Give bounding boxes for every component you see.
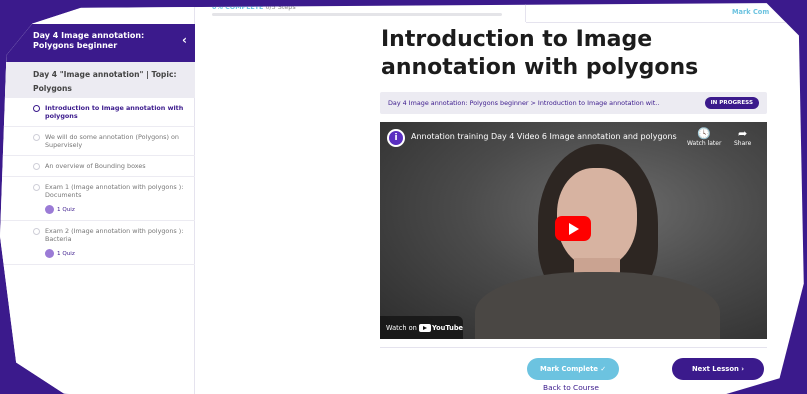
quiz-label: 1 Quiz [57, 251, 75, 257]
youtube-wordmark: YouTube [431, 324, 464, 332]
sidebar-item-label: Exam 2 (Image annotation with polygons )… [45, 227, 184, 243]
app-frame: Day 4 Image annotation: Polygons beginne… [0, 3, 804, 394]
sidebar-item-exam-2[interactable]: Exam 2 (Image annotation with polygons )… [0, 221, 195, 265]
header-divider [526, 22, 804, 23]
quiz-label: 1 Quiz [57, 207, 75, 213]
step-status-icon [33, 163, 40, 170]
header-mark-complete-link[interactable]: Mark Com [732, 8, 769, 16]
sidebar-item-intro[interactable]: Introduction to Image annotation with po… [0, 98, 195, 127]
video-player[interactable]: i Annotation training Day 4 Video 6 Imag… [380, 122, 767, 339]
sidebar-item-bounding-boxes[interactable]: An overview of Bounding boxes [0, 156, 195, 177]
sidebar-item-label: We will do some annotation (Polygons) on… [45, 133, 179, 149]
chevron-left-icon[interactable]: ‹ [182, 34, 187, 46]
sidebar-item-label: Introduction to Image annotation with po… [45, 104, 184, 120]
sidebar-item-label: An overview of Bounding boxes [45, 162, 146, 170]
sidebar-item-supervisely[interactable]: We will do some annotation (Polygons) on… [0, 127, 195, 156]
share-arrow-icon: ➦ [738, 127, 748, 140]
channel-avatar[interactable]: i [387, 129, 405, 147]
sidebar-item-exam-1[interactable]: Exam 1 (Image annotation with polygons )… [0, 177, 195, 221]
sidebar-step-list: Introduction to Image annotation with po… [0, 98, 195, 265]
video-thumbnail-body [475, 272, 720, 339]
status-badge: IN PROGRESS [704, 97, 759, 109]
page-title: Introduction to Image annotation with po… [381, 27, 699, 80]
sidebar-lesson-header[interactable]: Day 4 Image annotation: Polygons beginne… [0, 24, 195, 62]
next-lesson-button[interactable]: Next Lesson › [672, 358, 764, 380]
watch-later-label: Watch later [687, 140, 722, 147]
share-button[interactable]: ➦ Share [734, 127, 752, 148]
watch-later-button[interactable]: 🕓 Watch later [687, 127, 722, 148]
youtube-play-mark [418, 324, 431, 332]
sidebar-item-label: Exam 1 (Image annotation with polygons )… [45, 183, 184, 199]
header-divider [525, 3, 526, 22]
watch-on-label: Watch on [386, 324, 417, 332]
sidebar-topic-title: Day 4 "Image annotation" | Topic: Polygo… [0, 62, 195, 98]
course-sidebar: Day 4 Image annotation: Polygons beginne… [0, 3, 195, 394]
sidebar-lesson-title: Day 4 Image annotation: Polygons beginne… [33, 31, 145, 50]
clock-icon: 🕓 [697, 127, 712, 140]
youtube-logo-icon: YouTube [418, 324, 464, 332]
content-divider [380, 347, 767, 348]
progress-percent: 0% COMPLETE [212, 3, 264, 11]
quiz-icon [45, 205, 54, 214]
quiz-link[interactable]: 1 Quiz [45, 205, 187, 214]
step-status-icon [33, 228, 40, 235]
breadcrumb: Day 4 Image annotation: Polygons beginne… [380, 92, 767, 114]
quiz-link[interactable]: 1 Quiz [45, 249, 187, 258]
play-button-icon[interactable] [555, 216, 591, 241]
step-status-icon [33, 134, 40, 141]
step-status-icon [33, 184, 40, 191]
progress-text: 0% COMPLETE 0/5 Steps [212, 3, 502, 11]
back-to-course-link[interactable]: Back to Course [543, 383, 599, 392]
course-progress: 0% COMPLETE 0/5 Steps [212, 3, 502, 16]
breadcrumb-text[interactable]: Day 4 Image annotation: Polygons beginne… [388, 99, 659, 107]
quiz-icon [45, 249, 54, 258]
progress-bar [212, 13, 502, 16]
video-title[interactable]: Annotation training Day 4 Video 6 Image … [411, 132, 677, 141]
step-status-icon [33, 105, 40, 112]
share-label: Share [734, 140, 752, 147]
watch-on-youtube-button[interactable]: Watch on YouTube [380, 316, 463, 339]
progress-steps: 0/5 Steps [265, 3, 296, 11]
mark-complete-button[interactable]: Mark Complete ✓ [527, 358, 619, 380]
